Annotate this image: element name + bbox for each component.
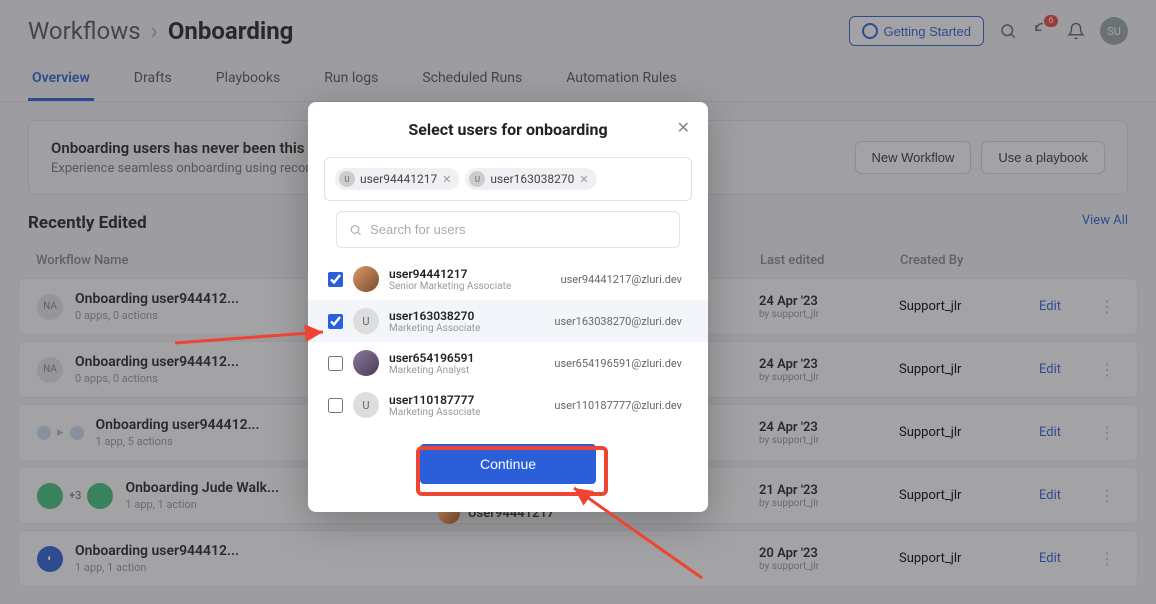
chip-remove-icon[interactable]: ✕ <box>579 173 588 186</box>
user-chip: U user94441217 ✕ <box>335 168 459 190</box>
user-avatar-icon: U <box>353 308 379 334</box>
user-avatar-icon: U <box>353 392 379 418</box>
user-row[interactable]: user94441217Senior Marketing Associate u… <box>308 258 708 300</box>
modal-title: Select users for onboarding <box>328 120 688 139</box>
select-users-modal: Select users for onboarding ✕ U user9444… <box>308 102 708 512</box>
chip-remove-icon[interactable]: ✕ <box>442 173 451 186</box>
search-input[interactable] <box>370 222 667 237</box>
user-search-box[interactable] <box>336 211 680 248</box>
user-row[interactable]: user654196591Marketing Analyst user65419… <box>308 342 708 384</box>
user-list: user94441217Senior Marketing Associate u… <box>308 258 708 426</box>
search-icon <box>349 223 362 237</box>
chip-avatar: U <box>469 171 485 187</box>
user-checkbox[interactable] <box>328 314 343 329</box>
continue-button[interactable]: Continue <box>420 444 596 484</box>
user-chip: U user163038270 ✕ <box>465 168 596 190</box>
user-avatar-icon <box>353 350 379 376</box>
user-checkbox[interactable] <box>328 398 343 413</box>
chip-label: user163038270 <box>490 172 574 186</box>
user-row[interactable]: U user110187777Marketing Associate user1… <box>308 384 708 426</box>
user-avatar-icon <box>353 266 379 292</box>
user-checkbox[interactable] <box>328 356 343 371</box>
chip-label: user94441217 <box>360 172 437 186</box>
selected-users-box: U user94441217 ✕ U user163038270 ✕ <box>324 157 692 201</box>
user-row[interactable]: U user163038270Marketing Associate user1… <box>308 300 708 342</box>
chip-avatar: U <box>339 171 355 187</box>
user-checkbox[interactable] <box>328 272 343 287</box>
close-icon[interactable]: ✕ <box>677 118 690 137</box>
